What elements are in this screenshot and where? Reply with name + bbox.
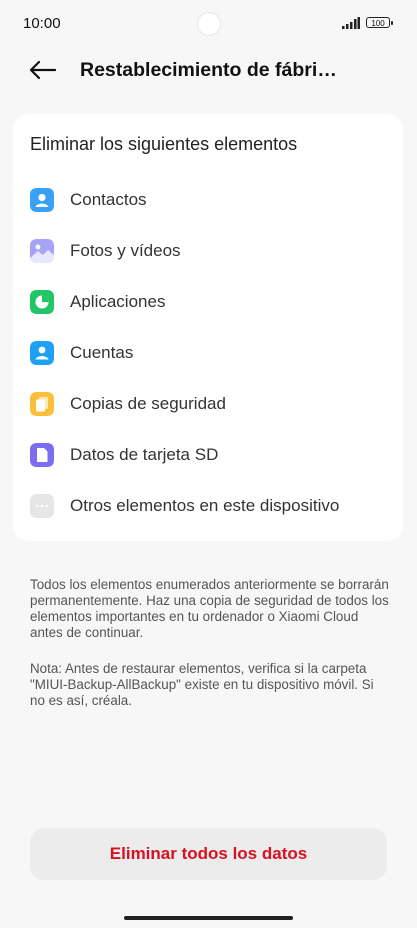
home-indicator[interactable] — [124, 916, 293, 920]
sdcard-icon — [30, 443, 54, 467]
list-item-fotos: Fotos y vídeos — [13, 231, 403, 271]
list-item-label: Contactos — [70, 190, 147, 209]
list-item-aplicaciones: Aplicaciones — [13, 282, 403, 322]
list-item-contactos: Contactos — [13, 180, 403, 220]
account-icon — [30, 341, 54, 365]
warning-text: Todos los elementos enumerados anteriorm… — [30, 577, 389, 640]
status-time: 10:00 — [23, 15, 61, 32]
camera-cutout — [197, 12, 221, 36]
list-item-label: Fotos y vídeos — [70, 241, 181, 260]
list-item-otros: Otros elementos en este dispositivo — [13, 486, 403, 526]
list-item-label: Datos de tarjeta SD — [70, 445, 219, 464]
list-item-copias: Copias de seguridad — [13, 384, 403, 424]
more-icon — [30, 494, 54, 518]
erase-all-data-button[interactable]: Eliminar todos los datos — [30, 828, 387, 880]
gallery-icon — [30, 239, 54, 263]
header: Restablecimiento de fábri… — [0, 48, 417, 94]
battery-icon: 100 — [366, 17, 393, 28]
list-item-label: Otros elementos en este dispositivo — [70, 496, 340, 515]
page-title: Restablecimiento de fábri… — [80, 59, 337, 81]
signal-icon — [342, 17, 360, 29]
back-arrow-icon[interactable] — [28, 60, 56, 80]
contact-icon — [30, 188, 54, 212]
apps-icon — [30, 290, 54, 314]
backup-note-text: Nota: Antes de restaurar elementos, veri… — [30, 661, 374, 708]
list-item-cuentas: Cuentas — [13, 333, 403, 373]
list-item-label: Aplicaciones — [70, 292, 166, 311]
backup-icon — [30, 392, 54, 416]
card-title: Eliminar los siguientes elementos — [30, 134, 298, 154]
list-item-label: Cuentas — [70, 343, 134, 362]
status-bar: 10:00 100 — [0, 0, 417, 48]
list-item-label: Copias de seguridad — [70, 394, 226, 413]
list-item-sd: Datos de tarjeta SD — [13, 435, 403, 475]
items-card: Eliminar los siguientes elementos Contac… — [13, 114, 403, 541]
